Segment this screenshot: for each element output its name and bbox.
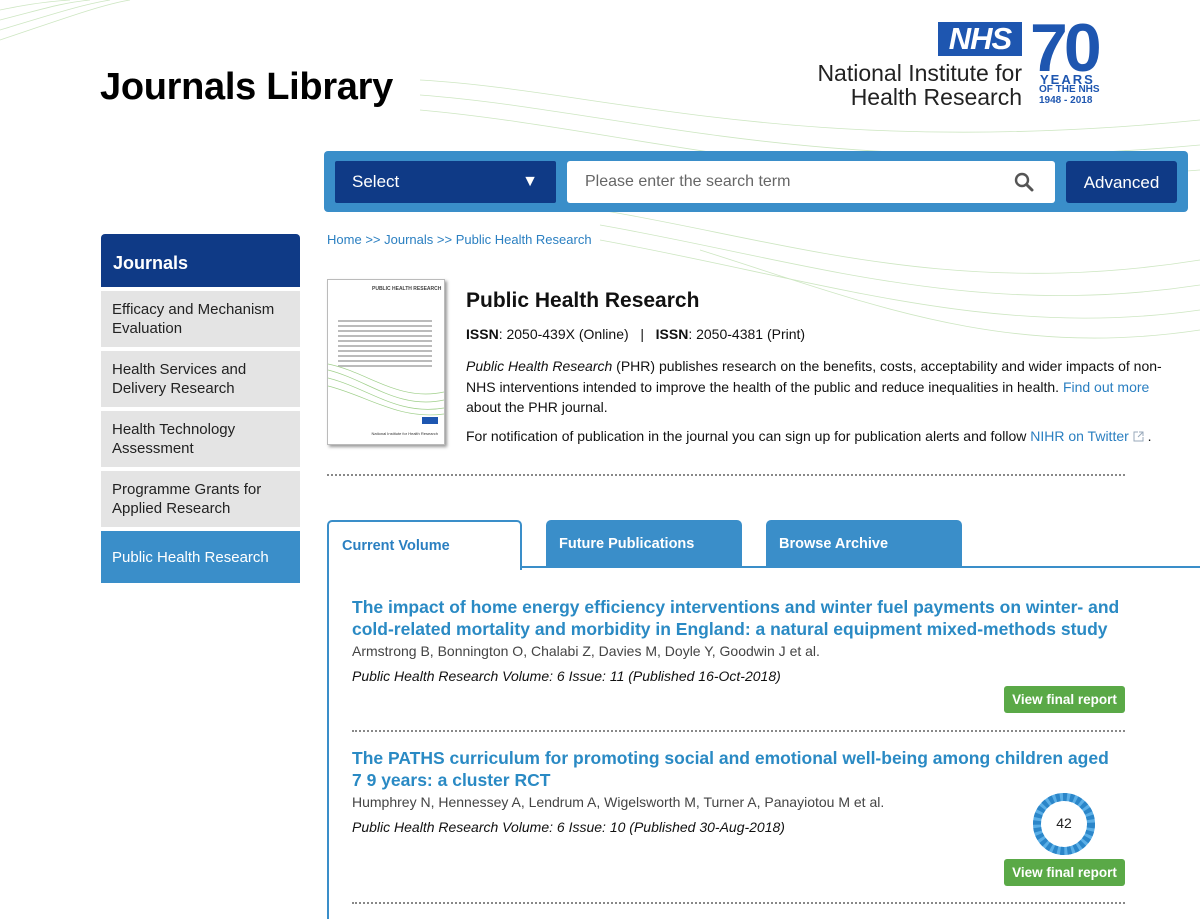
search-icon[interactable] bbox=[1013, 171, 1035, 193]
breadcrumb-separator: >> bbox=[436, 232, 453, 247]
breadcrumb: Home >> Journals >> Public Health Resear… bbox=[327, 232, 592, 247]
notification-text: For notification of publication in the j… bbox=[466, 428, 1152, 444]
dropdown-arrow-icon: ▼ bbox=[522, 173, 538, 190]
article-title-link[interactable]: The impact of home energy efficiency int… bbox=[352, 596, 1122, 640]
tab-content-border bbox=[327, 566, 329, 919]
breadcrumb-journals[interactable]: Journals bbox=[384, 232, 433, 247]
sidebar-header[interactable]: Journals bbox=[101, 234, 300, 287]
logo-text-line2: Health Research bbox=[850, 84, 1022, 110]
tab-current-volume[interactable]: Current Volume bbox=[327, 520, 522, 570]
article-meta: Public Health Research Volume: 6 Issue: … bbox=[352, 668, 781, 684]
select-label: Select bbox=[352, 172, 400, 191]
view-final-report-button[interactable]: View final report bbox=[1004, 686, 1125, 713]
tab-future-publications[interactable]: Future Publications bbox=[546, 520, 742, 568]
issn-separator: | bbox=[640, 326, 644, 342]
journal-title: Public Health Research bbox=[466, 289, 700, 312]
tab-underline bbox=[522, 566, 1200, 568]
advanced-search-button[interactable]: Advanced bbox=[1066, 161, 1177, 203]
sidebar-item-pgfar[interactable]: Programme Grants for Applied Research bbox=[101, 471, 300, 527]
sidebar-item-hta[interactable]: Health Technology Assessment bbox=[101, 411, 300, 467]
nihr-logo[interactable]: NHS National Institute for Health Resear… bbox=[790, 14, 1120, 110]
divider bbox=[327, 474, 1125, 476]
journal-cover-image: PUBLIC HEALTH RESEARCH National Institut… bbox=[327, 279, 445, 445]
nihr-twitter-link[interactable]: NIHR on Twitter bbox=[1030, 428, 1129, 444]
nhs-logo: NHS bbox=[938, 22, 1022, 56]
cover-nhs-logo bbox=[422, 417, 438, 424]
article-title-link[interactable]: The PATHS curriculum for promoting socia… bbox=[352, 747, 1122, 791]
of-the-nhs-label: OF THE NHS bbox=[1039, 84, 1100, 95]
issn-line: ISSN: 2050-439X (Online) | ISSN: 2050-43… bbox=[466, 326, 805, 342]
cover-wave-graphic bbox=[328, 363, 444, 416]
site-title: Journals Library bbox=[100, 66, 393, 108]
altmetric-badge[interactable]: 42 bbox=[1031, 791, 1097, 857]
journal-select[interactable]: Select ▼ bbox=[335, 161, 556, 203]
breadcrumb-separator: >> bbox=[365, 232, 381, 247]
search-bar: Select ▼ Advanced bbox=[324, 151, 1188, 212]
breadcrumb-home[interactable]: Home bbox=[327, 232, 362, 247]
sidebar-item-phr[interactable]: Public Health Research bbox=[101, 531, 300, 583]
cover-title: PUBLIC HEALTH RESEARCH bbox=[372, 286, 442, 292]
list-item: The impact of home energy efficiency int… bbox=[352, 596, 1125, 713]
altmetric-score: 42 bbox=[1056, 815, 1072, 831]
desc-tail: about the PHR journal. bbox=[466, 399, 608, 415]
issn-label: ISSN bbox=[655, 326, 689, 342]
issn-print: : 2050-4381 (Print) bbox=[688, 326, 806, 342]
divider bbox=[352, 902, 1125, 904]
notify-tail: . bbox=[1147, 428, 1152, 444]
sidebar-item-hsdr[interactable]: Health Services and Delivery Research bbox=[101, 351, 300, 407]
article-meta: Public Health Research Volume: 6 Issue: … bbox=[352, 819, 785, 835]
tabs: Current Volume Future Publications Brows… bbox=[327, 520, 1200, 570]
view-final-report-button[interactable]: View final report bbox=[1004, 859, 1125, 886]
sidebar: Journals Efficacy and Mechanism Evaluati… bbox=[101, 234, 300, 583]
years-range-label: 1948 - 2018 bbox=[1039, 95, 1093, 106]
cover-niher-text: National Institute for Health Research bbox=[371, 431, 438, 436]
issn-label: ISSN bbox=[466, 326, 499, 342]
list-item: The PATHS curriculum for promoting socia… bbox=[352, 747, 1125, 886]
search-input[interactable] bbox=[567, 161, 1055, 203]
logo-text-line1: National Institute for bbox=[817, 60, 1022, 86]
external-link-icon bbox=[1133, 431, 1144, 442]
desc-journal-name: Public Health Research bbox=[466, 358, 613, 374]
breadcrumb-current[interactable]: Public Health Research bbox=[456, 232, 592, 247]
tab-browse-archive[interactable]: Browse Archive bbox=[766, 520, 962, 568]
article-authors: Humphrey N, Hennessey A, Lendrum A, Wige… bbox=[352, 794, 885, 810]
article-authors: Armstrong B, Bonnington O, Chalabi Z, Da… bbox=[352, 643, 820, 659]
journal-description: Public Health Research (PHR) publishes r… bbox=[466, 356, 1180, 418]
divider bbox=[352, 730, 1125, 732]
sidebar-item-eme[interactable]: Efficacy and Mechanism Evaluation bbox=[101, 291, 300, 347]
issn-online: : 2050-439X (Online) bbox=[498, 326, 629, 342]
notify-text: For notification of publication in the j… bbox=[466, 428, 1031, 444]
find-out-more-link[interactable]: Find out more bbox=[1063, 379, 1149, 395]
